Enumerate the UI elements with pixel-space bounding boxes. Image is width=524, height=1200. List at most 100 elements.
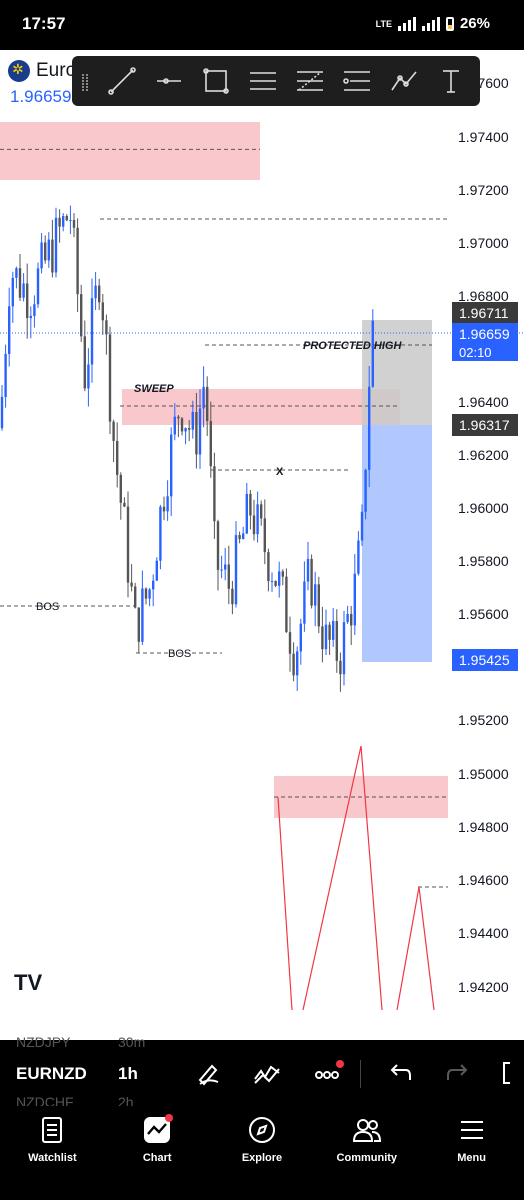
price-tick-label: 1.97200 [458, 182, 509, 198]
drawing-toolbar[interactable] [72, 56, 480, 106]
toolbar-divider [360, 1060, 361, 1088]
candle-body [213, 466, 216, 522]
nav-chart[interactable]: Chart [105, 1106, 210, 1200]
candle-body [144, 588, 148, 599]
candle-body [317, 584, 320, 627]
compass-icon [248, 1117, 275, 1143]
candle-body [249, 493, 252, 516]
text-tool[interactable] [427, 56, 474, 106]
price-tick-label: 1.95600 [458, 606, 509, 622]
community-icon [352, 1119, 381, 1142]
candle-body [270, 580, 274, 582]
candle-body [33, 304, 36, 316]
bottom-navigation: Watchlist Chart Explore Community Menu [0, 1106, 524, 1200]
candle-body [98, 285, 101, 303]
drag-handle-icon[interactable] [72, 73, 98, 89]
price-tick-label: 1.95200 [458, 712, 509, 728]
interval-selector[interactable]: 1h [118, 1064, 138, 1084]
countdown-label: 02:10 [459, 345, 492, 360]
price-tick-label: 1.97400 [458, 129, 509, 145]
candle-body [141, 588, 144, 642]
candle-body [40, 242, 43, 269]
chart-area[interactable]: PROTECTED HIGH SWEEP X BOS BOS 1.97600 1.97400… [0, 50, 524, 1010]
sweep-label: SWEEP [134, 383, 174, 395]
candle-body [202, 386, 205, 409]
symbol-selector[interactable]: EURNZD [16, 1064, 87, 1084]
candle-body [188, 428, 191, 430]
undo-icon[interactable] [384, 1058, 414, 1088]
price-tick-label: 1.95800 [458, 553, 509, 569]
candle-body [206, 386, 209, 421]
more-dots-icon[interactable] [312, 1058, 344, 1088]
candle-body [310, 558, 313, 606]
candle-body [87, 364, 90, 389]
fib-retracement-tool[interactable] [286, 56, 333, 106]
candle-body [101, 302, 104, 321]
battery-level: 26% [459, 15, 490, 32]
symbol-header[interactable]: Eurc [8, 60, 75, 82]
fib-retracement-icon [296, 71, 323, 91]
candle-body [360, 511, 364, 541]
candle-body [54, 217, 58, 273]
symbol-name[interactable]: Eurc [36, 60, 75, 82]
candle-body [314, 584, 317, 606]
chart-bottom-toolbar: NZDJPY 30m EURNZD 1h NZDCHF 2h [0, 1034, 524, 1110]
status-indicators: LTE 26% [376, 15, 490, 32]
candles [0, 205, 374, 692]
candle-body [198, 408, 202, 455]
candle-body [252, 515, 256, 535]
candle-body [177, 416, 180, 419]
candle-body [22, 283, 25, 298]
indicators-icon[interactable] [252, 1058, 282, 1088]
candle-body [148, 589, 151, 599]
candle-body [245, 493, 248, 534]
candle-body [303, 581, 306, 624]
fib-extension-tool[interactable] [333, 56, 380, 106]
path-tool[interactable] [380, 56, 427, 106]
rectangle-icon [202, 68, 229, 94]
rectangle-tool[interactable] [192, 56, 239, 106]
horizontal-line-tool[interactable] [145, 56, 192, 106]
candle-body [173, 416, 176, 435]
price-tick-label: 1.94200 [458, 979, 509, 995]
candle-body [296, 651, 299, 676]
candle-body [342, 622, 346, 675]
candle-body [44, 242, 47, 261]
trend-line-tool[interactable] [98, 56, 145, 106]
candle-body [69, 220, 72, 222]
candle-body [180, 418, 184, 432]
candle-body [321, 626, 324, 650]
candle-body [281, 571, 284, 577]
candle-body [274, 580, 277, 586]
tradingview-logo-icon: TV [14, 970, 42, 995]
fullscreen-icon[interactable] [498, 1058, 524, 1088]
candle-body [4, 353, 7, 397]
price-tick-label: 1.96200 [458, 447, 509, 463]
drawing-pen-icon[interactable] [194, 1058, 224, 1088]
supply-zone-top [0, 122, 260, 180]
candle-body [184, 428, 187, 432]
candle-body [26, 283, 29, 319]
nav-explore[interactable]: Explore [210, 1106, 315, 1200]
candle-body [65, 216, 68, 221]
nav-watchlist[interactable]: Watchlist [0, 1106, 105, 1200]
candle-body [209, 420, 212, 467]
price-tick-label: 1.96000 [458, 500, 509, 516]
candle-body [346, 613, 349, 623]
candle-body [116, 440, 119, 475]
candle-body [119, 474, 122, 503]
candle-body [76, 227, 79, 295]
nav-menu[interactable]: Menu [419, 1106, 524, 1200]
protected-high-label: PROTECTED HIGH [303, 340, 402, 352]
horizontal-line-icon [156, 78, 181, 84]
parallel-channel-tool[interactable] [239, 56, 286, 106]
candle-body [18, 268, 22, 298]
nav-community[interactable]: Community [314, 1106, 419, 1200]
candle-body [216, 521, 220, 570]
candle-body [105, 320, 108, 335]
candle-body [152, 580, 155, 590]
redo-icon[interactable] [444, 1058, 474, 1088]
price-chart[interactable]: PROTECTED HIGHSWEEPXBOSBOS1.976001.97400… [0, 50, 524, 1010]
price-badge-label: 1.96711 [459, 305, 509, 321]
menu-icon [460, 1121, 483, 1139]
